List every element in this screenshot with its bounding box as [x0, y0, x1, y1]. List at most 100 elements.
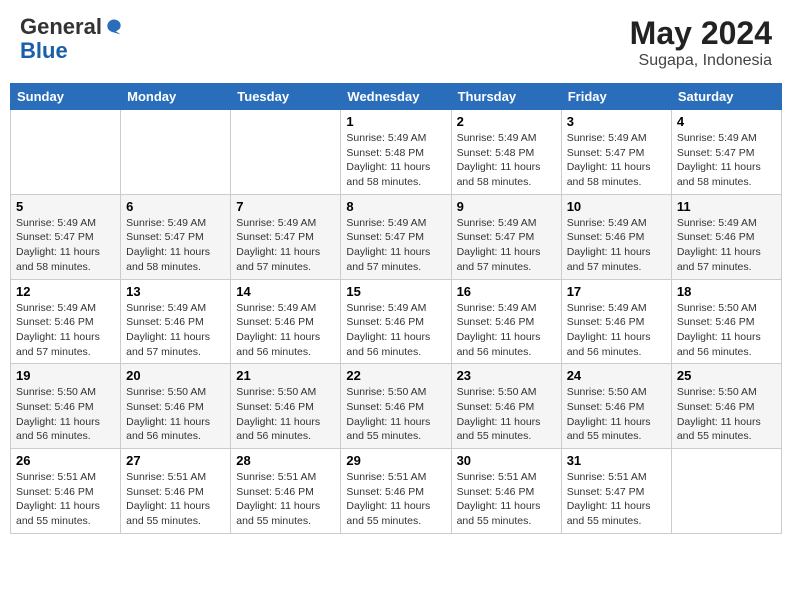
day-number: 10: [567, 199, 666, 214]
day-info: Sunrise: 5:49 AM Sunset: 5:46 PM Dayligh…: [457, 301, 556, 360]
day-number: 29: [346, 453, 445, 468]
day-number: 11: [677, 199, 776, 214]
day-number: 4: [677, 114, 776, 129]
day-info: Sunrise: 5:50 AM Sunset: 5:46 PM Dayligh…: [346, 385, 445, 444]
logo-blue: Blue: [20, 38, 68, 63]
location-subtitle: Sugapa, Indonesia: [630, 52, 772, 70]
day-info: Sunrise: 5:49 AM Sunset: 5:48 PM Dayligh…: [346, 131, 445, 190]
day-info: Sunrise: 5:51 AM Sunset: 5:46 PM Dayligh…: [126, 470, 225, 529]
day-info: Sunrise: 5:49 AM Sunset: 5:47 PM Dayligh…: [236, 216, 335, 275]
calendar-cell: 19Sunrise: 5:50 AM Sunset: 5:46 PM Dayli…: [11, 364, 121, 449]
day-info: Sunrise: 5:49 AM Sunset: 5:46 PM Dayligh…: [16, 301, 115, 360]
day-info: Sunrise: 5:49 AM Sunset: 5:47 PM Dayligh…: [567, 131, 666, 190]
day-info: Sunrise: 5:49 AM Sunset: 5:47 PM Dayligh…: [346, 216, 445, 275]
calendar-cell: 16Sunrise: 5:49 AM Sunset: 5:46 PM Dayli…: [451, 279, 561, 364]
page-header: General Blue May 2024 Sugapa, Indonesia: [10, 10, 782, 75]
calendar-cell: 7 Sunrise: 5:49 AM Sunset: 5:47 PM Daylig…: [231, 194, 341, 279]
day-info: Sunrise: 5:50 AM Sunset: 5:46 PM Dayligh…: [677, 301, 776, 360]
calendar-cell: 14 Sunrise: 5:49 AM Sunset: 5:46 PM Dayli…: [231, 279, 341, 364]
calendar-week-row: 26 Sunrise: 5:51 AM Sunset: 5:46 PM Dayli…: [11, 449, 782, 534]
calendar-cell: 6 Sunrise: 5:49 AM Sunset: 5:47 PM Daylig…: [121, 194, 231, 279]
weekday-header: Thursday: [451, 84, 561, 110]
day-number: 25: [677, 368, 776, 383]
day-info: Sunrise: 5:49 AM Sunset: 5:47 PM Dayligh…: [16, 216, 115, 275]
day-number: 18: [677, 284, 776, 299]
calendar-week-row: 19 Sunrise: 5:50 AM Sunset: 5:46 PM Dayli…: [11, 364, 782, 449]
day-info: Sunrise: 5:49 AM Sunset: 5:46 PM Dayligh…: [567, 216, 666, 275]
calendar-cell: 9 Sunrise: 5:49 AM Sunset: 5:47 PM Daylig…: [451, 194, 561, 279]
day-info: Sunrise: 5:49 AM Sunset: 5:46 PM Dayligh…: [567, 301, 666, 360]
calendar-cell: 29 Sunrise: 5:51 AM Sunset: 5:46 PM Dayli…: [341, 449, 451, 534]
day-info: Sunrise: 5:49 AM Sunset: 5:47 PM Dayligh…: [457, 216, 556, 275]
calendar-cell: 23 Sunrise: 5:50 AM Sunset: 5:46 PM Dayli…: [451, 364, 561, 449]
day-number: 21: [236, 368, 335, 383]
day-number: 27: [126, 453, 225, 468]
calendar-cell: 20Sunrise: 5:50 AM Sunset: 5:46 PM Dayli…: [121, 364, 231, 449]
month-year-title: May 2024: [630, 15, 772, 52]
day-info: Sunrise: 5:50 AM Sunset: 5:46 PM Dayligh…: [457, 385, 556, 444]
calendar-cell: 28Sunrise: 5:51 AM Sunset: 5:46 PM Dayli…: [231, 449, 341, 534]
day-info: Sunrise: 5:49 AM Sunset: 5:46 PM Dayligh…: [677, 216, 776, 275]
calendar-cell: 10 Sunrise: 5:49 AM Sunset: 5:46 PM Dayli…: [561, 194, 671, 279]
day-number: 3: [567, 114, 666, 129]
calendar-cell: 17 Sunrise: 5:49 AM Sunset: 5:46 PM Dayli…: [561, 279, 671, 364]
day-number: 8: [346, 199, 445, 214]
day-number: 14: [236, 284, 335, 299]
weekday-header: Sunday: [11, 84, 121, 110]
day-info: Sunrise: 5:51 AM Sunset: 5:46 PM Dayligh…: [16, 470, 115, 529]
day-number: 13: [126, 284, 225, 299]
day-number: 30: [457, 453, 556, 468]
calendar-cell: 26 Sunrise: 5:51 AM Sunset: 5:46 PM Dayli…: [11, 449, 121, 534]
day-info: Sunrise: 5:51 AM Sunset: 5:46 PM Dayligh…: [346, 470, 445, 529]
day-number: 1: [346, 114, 445, 129]
day-info: Sunrise: 5:49 AM Sunset: 5:48 PM Dayligh…: [457, 131, 556, 190]
weekday-header: Tuesday: [231, 84, 341, 110]
calendar-week-row: 1 Sunrise: 5:49 AM Sunset: 5:48 PM Daylig…: [11, 110, 782, 195]
calendar-cell: 3 Sunrise: 5:49 AM Sunset: 5:47 PM Daylig…: [561, 110, 671, 195]
weekday-header: Friday: [561, 84, 671, 110]
calendar-cell: [231, 110, 341, 195]
logo-general: General: [20, 15, 102, 39]
weekday-header: Saturday: [671, 84, 781, 110]
day-number: 6: [126, 199, 225, 214]
day-info: Sunrise: 5:50 AM Sunset: 5:46 PM Dayligh…: [236, 385, 335, 444]
calendar-cell: 11 Sunrise: 5:49 AM Sunset: 5:46 PM Dayli…: [671, 194, 781, 279]
calendar-cell: 15 Sunrise: 5:49 AM Sunset: 5:46 PM Dayli…: [341, 279, 451, 364]
day-number: 7: [236, 199, 335, 214]
day-info: Sunrise: 5:50 AM Sunset: 5:46 PM Dayligh…: [567, 385, 666, 444]
day-info: Sunrise: 5:51 AM Sunset: 5:46 PM Dayligh…: [457, 470, 556, 529]
day-number: 19: [16, 368, 115, 383]
title-block: May 2024 Sugapa, Indonesia: [630, 15, 772, 70]
day-number: 20: [126, 368, 225, 383]
calendar-cell: [11, 110, 121, 195]
day-info: Sunrise: 5:49 AM Sunset: 5:46 PM Dayligh…: [346, 301, 445, 360]
day-number: 9: [457, 199, 556, 214]
calendar-cell: 1 Sunrise: 5:49 AM Sunset: 5:48 PM Daylig…: [341, 110, 451, 195]
day-number: 15: [346, 284, 445, 299]
calendar-cell: [121, 110, 231, 195]
day-number: 23: [457, 368, 556, 383]
calendar-cell: 18 Sunrise: 5:50 AM Sunset: 5:46 PM Dayli…: [671, 279, 781, 364]
day-number: 31: [567, 453, 666, 468]
logo: General Blue: [20, 15, 124, 63]
day-number: 24: [567, 368, 666, 383]
calendar-cell: 31Sunrise: 5:51 AM Sunset: 5:47 PM Dayli…: [561, 449, 671, 534]
calendar-cell: 22 Sunrise: 5:50 AM Sunset: 5:46 PM Dayli…: [341, 364, 451, 449]
calendar-cell: 2Sunrise: 5:49 AM Sunset: 5:48 PM Daylig…: [451, 110, 561, 195]
calendar-cell: 4 Sunrise: 5:49 AM Sunset: 5:47 PM Daylig…: [671, 110, 781, 195]
calendar-cell: [671, 449, 781, 534]
weekday-header: Monday: [121, 84, 231, 110]
calendar-cell: 24 Sunrise: 5:50 AM Sunset: 5:46 PM Dayli…: [561, 364, 671, 449]
day-number: 22: [346, 368, 445, 383]
day-info: Sunrise: 5:49 AM Sunset: 5:47 PM Dayligh…: [126, 216, 225, 275]
calendar-week-row: 12Sunrise: 5:49 AM Sunset: 5:46 PM Dayli…: [11, 279, 782, 364]
day-number: 5: [16, 199, 115, 214]
day-info: Sunrise: 5:51 AM Sunset: 5:46 PM Dayligh…: [236, 470, 335, 529]
calendar-cell: 8 Sunrise: 5:49 AM Sunset: 5:47 PM Daylig…: [341, 194, 451, 279]
day-number: 17: [567, 284, 666, 299]
day-info: Sunrise: 5:49 AM Sunset: 5:47 PM Dayligh…: [677, 131, 776, 190]
day-number: 26: [16, 453, 115, 468]
calendar-cell: 13Sunrise: 5:49 AM Sunset: 5:46 PM Dayli…: [121, 279, 231, 364]
day-info: Sunrise: 5:49 AM Sunset: 5:46 PM Dayligh…: [236, 301, 335, 360]
weekday-header: Wednesday: [341, 84, 451, 110]
